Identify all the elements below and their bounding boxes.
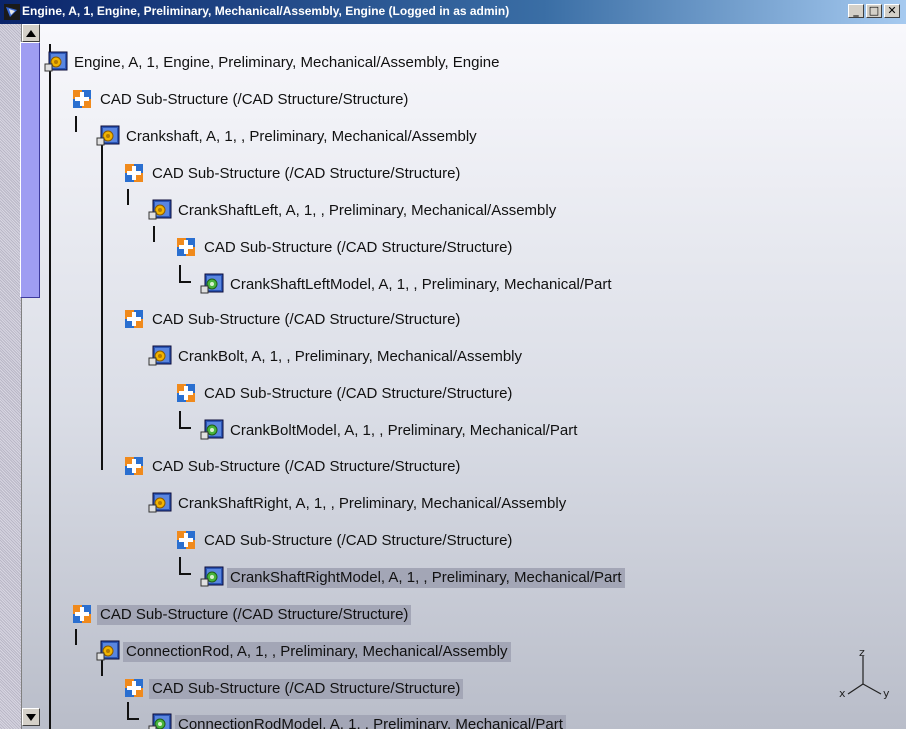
compass-x-label: x [839,687,846,700]
scroll-down-button[interactable] [22,708,40,726]
scroll-up-button[interactable] [22,24,40,42]
window-title: Engine, A, 1, Engine, Preliminary, Mecha… [22,4,510,18]
title-bar[interactable]: Engine, A, 1, Engine, Preliminary, Mecha… [0,0,906,24]
specification-tree[interactable]: Engine, A, 1, Engine, Preliminary, Mecha… [0,24,906,729]
tree-node-label: CAD Sub-Structure (/CAD Structure/Struct… [97,605,412,625]
arrow-down-icon [26,714,36,721]
tree-node-label: Crankshaft, A, 1, , Preliminary, Mechani… [126,128,477,145]
substructure-icon [171,381,199,405]
catia-tree-window: Engine, A, 1, Engine, Preliminary, Mecha… [0,0,906,729]
assembly-icon [145,344,173,368]
tree-node-label: CAD Sub-Structure (/CAD Structure/Struct… [152,458,461,475]
assembly-icon [145,491,173,515]
tree-node-label: CrankShaftRight, A, 1, , Preliminary, Me… [178,495,567,512]
assembly-icon [145,198,173,222]
tree-node-label: CrankShaftRightModel, A, 1, , Preliminar… [227,568,625,588]
tree-node-label: Engine, A, 1, Engine, Preliminary, Mecha… [74,54,500,71]
compass-z-label: z [859,646,865,659]
scrollbar-thumb[interactable] [20,42,40,298]
substructure-icon [171,235,199,259]
substructure-icon [67,602,95,626]
close-button[interactable]: ✕ [884,4,900,18]
arrow-up-icon [26,30,36,37]
tree-node-label: CrankBoltModel, A, 1, , Preliminary, Mec… [230,422,578,439]
tree-node-label: ConnectionRod, A, 1, , Preliminary, Mech… [123,642,511,662]
assembly-icon [93,124,121,148]
tree-node-label: CrankBolt, A, 1, , Preliminary, Mechanic… [178,348,523,365]
tree-node-label: CAD Sub-Structure (/CAD Structure/Struct… [152,165,461,182]
assembly-icon [93,639,121,663]
tree-node-label: ConnectionRodModel, A, 1, , Preliminary,… [175,715,566,729]
compass-y-label: y [883,687,890,700]
compass-axis-icon: z x y [839,646,890,700]
substructure-icon [119,161,147,185]
tree-node-label: CAD Sub-Structure (/CAD Structure/Struct… [100,91,409,108]
part-icon [145,712,173,729]
substructure-icon [119,307,147,331]
assembly-icon [41,50,69,74]
part-icon [197,418,225,442]
vertical-scrollbar[interactable] [0,24,22,729]
tree-node-label: CrankShaftLeft, A, 1, , Preliminary, Mec… [178,202,557,219]
tree-node-label: CAD Sub-Structure (/CAD Structure/Struct… [152,311,461,328]
maximize-button[interactable]: □ [866,4,882,18]
tree-node-label: CAD Sub-Structure (/CAD Structure/Struct… [204,239,513,256]
catia-app-icon [4,4,20,20]
tree-node-label: CAD Sub-Structure (/CAD Structure/Struct… [149,679,464,699]
minimize-button[interactable]: _ [848,4,864,18]
substructure-icon [119,454,147,478]
substructure-icon [171,528,199,552]
tree-node-label: CrankShaftLeftModel, A, 1, , Preliminary… [230,276,612,293]
tree-node-label: CAD Sub-Structure (/CAD Structure/Struct… [204,385,513,402]
tree-node-label: CAD Sub-Structure (/CAD Structure/Struct… [204,532,513,549]
substructure-icon [67,87,95,111]
part-icon [197,272,225,296]
substructure-icon [119,676,147,700]
part-icon [197,565,225,589]
